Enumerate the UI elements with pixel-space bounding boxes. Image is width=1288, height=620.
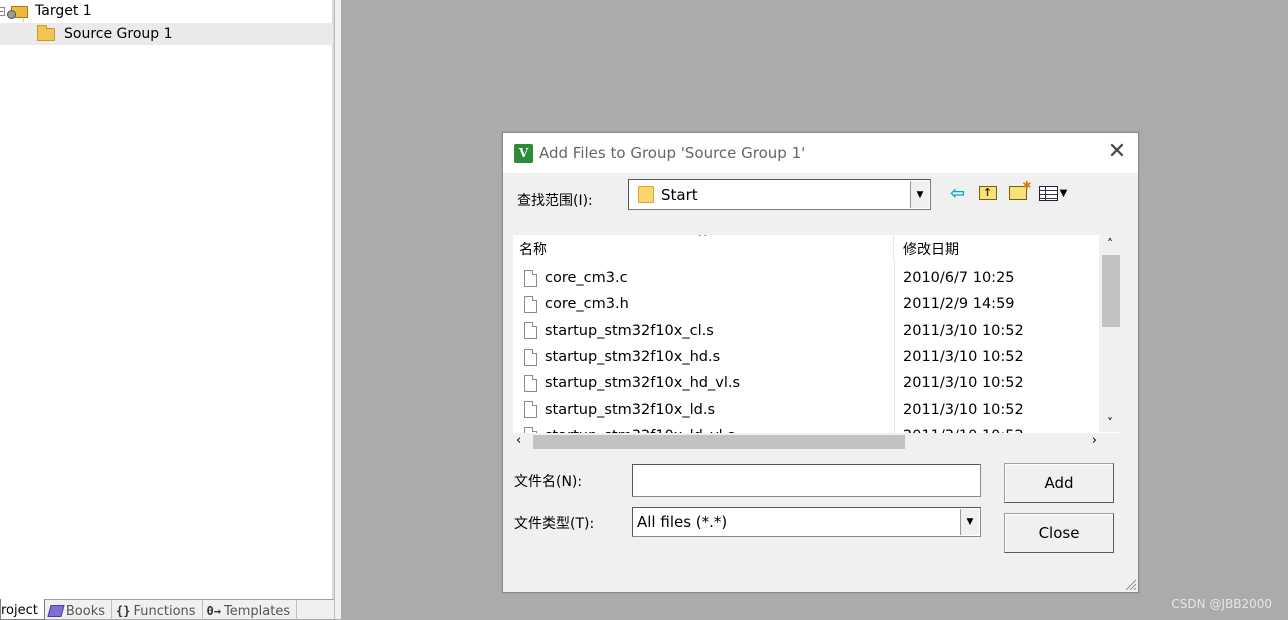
- dialog-title: Add Files to Group 'Source Group 1': [539, 144, 806, 162]
- file-date: 2010/6/7 10:25: [903, 270, 1015, 287]
- add-button[interactable]: Add: [1004, 463, 1114, 503]
- file-name: startup_stm32f10x_hd.s: [545, 349, 721, 366]
- collapse-icon[interactable]: −: [0, 6, 5, 16]
- file-name-label: 文件名(N):: [514, 474, 583, 490]
- scrollbar-thumb[interactable]: [533, 435, 905, 449]
- watermark: CSDN @JBB2000: [1171, 597, 1272, 611]
- tab-label: Functions: [133, 603, 196, 619]
- file-name: core_cm3.h: [545, 296, 629, 313]
- chevron-right-icon[interactable]: ›: [1092, 433, 1097, 448]
- file-list[interactable]: ^ 名称 修改日期 core_cm3.c 2010/6/7 10:25 core…: [513, 235, 1121, 450]
- file-icon: [524, 401, 537, 419]
- folder-icon: [37, 24, 55, 41]
- project-tabs: roject Books {} Functions 0→ Templates: [0, 599, 334, 620]
- file-icon: [524, 295, 537, 313]
- file-rows: core_cm3.c 2010/6/7 10:25 core_cm3.h 201…: [513, 265, 1098, 449]
- target-icon: [7, 3, 29, 19]
- file-date: 2011/3/10 10:52: [903, 322, 1024, 339]
- dialog-toolbar: ⇦ ↑ ✱ ▼: [947, 180, 1069, 204]
- file-name: startup_stm32f10x_hd_vl.s: [545, 375, 741, 392]
- vertical-scrollbar[interactable]: ˄ ˅: [1099, 235, 1121, 432]
- file-row[interactable]: core_cm3.c 2010/6/7 10:25: [513, 265, 1098, 291]
- scrollbar-thumb[interactable]: [1102, 255, 1120, 327]
- file-date: 2011/2/9 14:59: [903, 296, 1015, 313]
- template-icon: 0→: [206, 604, 221, 618]
- file-list-header: ^ 名称 修改日期: [513, 235, 1098, 260]
- column-header-date[interactable]: 修改日期: [894, 235, 959, 260]
- keil-app-icon: V: [514, 143, 533, 163]
- file-type-label: 文件类型(T):: [514, 516, 595, 532]
- file-name: core_cm3.c: [545, 270, 628, 287]
- chevron-left-icon[interactable]: ‹: [516, 433, 521, 448]
- chevron-down-icon[interactable]: ▼: [960, 509, 979, 535]
- tree-item-source-group[interactable]: Source Group 1: [0, 23, 333, 45]
- chevron-up-icon[interactable]: ˄: [1099, 237, 1121, 251]
- close-icon[interactable]: ✕: [1104, 141, 1130, 165]
- tab-functions[interactable]: {} Functions: [112, 600, 203, 620]
- tab-label: Books: [65, 603, 106, 619]
- file-row[interactable]: startup_stm32f10x_hd_vl.s 2011/3/10 10:5…: [513, 370, 1098, 396]
- close-button[interactable]: Close: [1004, 513, 1114, 553]
- tab-books[interactable]: Books: [45, 600, 113, 620]
- dialog-titlebar[interactable]: V Add Files to Group 'Source Group 1' ✕: [503, 133, 1138, 173]
- books-icon: [47, 605, 65, 617]
- view-menu-icon[interactable]: ▼: [1037, 183, 1069, 203]
- project-pane: − Target 1 Source Group 1: [0, 0, 334, 619]
- look-in-dropdown[interactable]: Start ▼: [628, 179, 931, 210]
- tab-label: Templates: [224, 603, 291, 619]
- file-name-input[interactable]: [632, 464, 981, 497]
- look-in-label: 查找范围(I):: [517, 193, 593, 209]
- file-name: startup_stm32f10x_cl.s: [545, 322, 714, 339]
- file-date: 2011/3/10 10:52: [903, 349, 1024, 366]
- file-icon: [524, 322, 537, 340]
- tree-item-target[interactable]: − Target 1: [0, 0, 92, 22]
- file-date: 2011/3/10 10:52: [903, 401, 1024, 418]
- look-in-value: Start: [661, 185, 698, 204]
- column-header-name[interactable]: ^ 名称: [513, 235, 894, 260]
- tree-item-label: Target 1: [35, 3, 92, 19]
- horizontal-scrollbar[interactable]: ‹ ›: [513, 433, 1121, 450]
- add-files-dialog: V Add Files to Group 'Source Group 1' ✕ …: [502, 132, 1139, 593]
- sort-ascending-icon: ^: [697, 235, 708, 246]
- file-date: 2011/3/10 10:52: [903, 375, 1024, 392]
- file-row[interactable]: core_cm3.h 2011/2/9 14:59: [513, 291, 1098, 317]
- file-icon: [524, 374, 537, 392]
- file-row[interactable]: startup_stm32f10x_cl.s 2011/3/10 10:52: [513, 318, 1098, 344]
- back-arrow-icon[interactable]: ⇦: [947, 183, 968, 204]
- chevron-down-icon[interactable]: ▼: [910, 181, 929, 208]
- chevron-down-icon[interactable]: ˅: [1099, 416, 1121, 430]
- folder-icon: [638, 186, 654, 203]
- column-label: 修改日期: [903, 242, 959, 258]
- file-name: startup_stm32f10x_ld.s: [545, 401, 716, 418]
- tab-label: roject: [1, 602, 38, 618]
- braces-icon: {}: [116, 604, 131, 618]
- file-icon: [524, 269, 537, 287]
- pane-splitter[interactable]: [334, 0, 341, 619]
- file-row[interactable]: startup_stm32f10x_hd.s 2011/3/10 10:52: [513, 344, 1098, 370]
- column-label: 名称: [519, 242, 547, 258]
- tab-templates[interactable]: 0→ Templates: [203, 600, 298, 620]
- file-row[interactable]: startup_stm32f10x_ld.s 2011/3/10 10:52: [513, 396, 1098, 422]
- tab-project[interactable]: roject: [0, 599, 45, 620]
- file-type-value: All files (*.*): [637, 513, 728, 531]
- file-icon: [524, 348, 537, 366]
- up-folder-icon[interactable]: ↑: [977, 183, 998, 203]
- tree-item-label: Source Group 1: [64, 26, 173, 42]
- file-type-dropdown[interactable]: All files (*.*) ▼: [632, 507, 981, 537]
- resize-grip-icon[interactable]: [1124, 578, 1136, 590]
- new-folder-icon[interactable]: ✱: [1007, 180, 1032, 203]
